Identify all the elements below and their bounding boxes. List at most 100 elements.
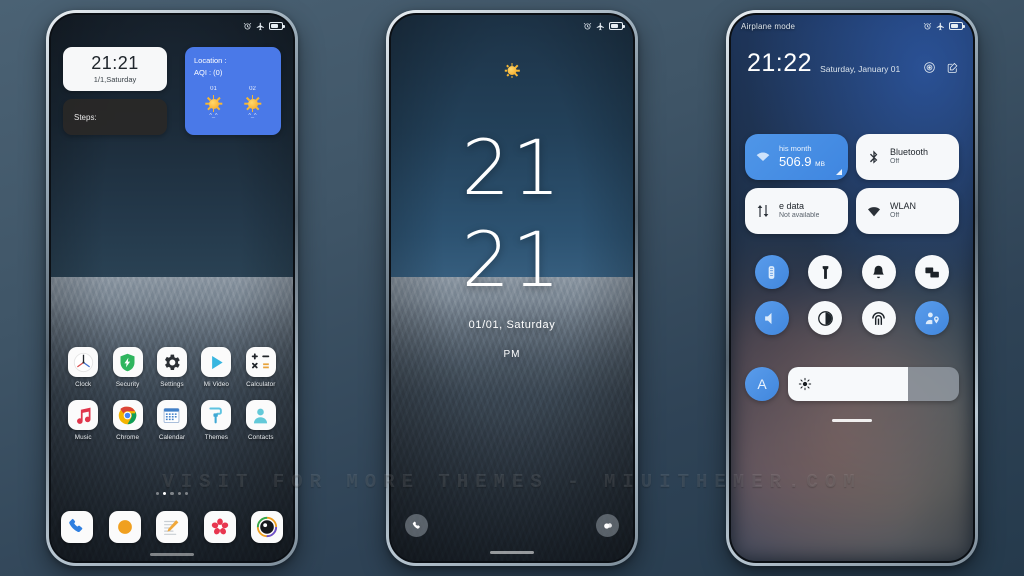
toggle-reading-mode[interactable]	[861, 301, 896, 335]
screen-control-center: Airplane mode 21:22 Saturday, January 01	[731, 15, 973, 561]
toggle-dark-mode[interactable]	[808, 301, 843, 335]
bluetooth-icon	[866, 149, 882, 165]
app-contacts[interactable]: Contacts	[239, 400, 283, 441]
app-settings[interactable]: Settings	[150, 347, 194, 388]
app-label: Contacts	[247, 434, 274, 441]
app-grid: Clock Security Settings Mi Video Calcula…	[61, 347, 283, 441]
weather-day-face: ^_^	[209, 113, 218, 120]
app-calculator[interactable]: Calculator	[239, 347, 283, 388]
control-center-handle[interactable]	[832, 419, 872, 422]
tile-subtitle: Not available	[779, 212, 820, 220]
status-bar-control-center: Airplane mode	[731, 15, 973, 37]
tile-bluetooth[interactable]: Bluetooth Off	[856, 134, 959, 180]
dock-notes[interactable]	[156, 511, 188, 543]
app-label: Security	[115, 381, 140, 388]
settings-circle-icon[interactable]	[923, 61, 936, 74]
alarm-icon	[583, 22, 592, 31]
app-label: Settings	[160, 381, 184, 388]
airplane-mode-label: Airplane mode	[741, 21, 796, 31]
lockscreen-ampm: PM	[503, 348, 521, 360]
alarm-icon	[923, 22, 932, 31]
app-chrome[interactable]: Chrome	[105, 400, 149, 441]
dock-gallery[interactable]	[203, 511, 236, 543]
brightness-slider[interactable]	[788, 367, 959, 401]
sun-icon	[205, 95, 222, 113]
control-center-toggles	[745, 255, 959, 335]
steps-widget-label: Steps:	[74, 112, 97, 122]
airplane-icon	[256, 22, 265, 31]
phone-bezel-right: Airplane mode 21:22 Saturday, January 01	[729, 13, 975, 563]
tile-unit: MB	[815, 160, 825, 168]
chrome-icon	[112, 400, 143, 430]
data-usage-icon	[755, 149, 771, 165]
tile-subtitle: Off	[890, 212, 900, 220]
lockscreen-camera-shortcut[interactable]	[596, 514, 619, 537]
mobile-data-icon	[755, 203, 771, 219]
app-mi-video[interactable]: Mi Video	[194, 347, 238, 388]
toggle-sound[interactable]	[754, 301, 789, 335]
dock-camera[interactable]	[251, 511, 283, 543]
app-security[interactable]: Security	[105, 347, 149, 388]
battery-icon	[269, 22, 285, 30]
tile-data-usage[interactable]: his month 506.9 MB	[745, 134, 848, 180]
app-label: Clock	[75, 381, 92, 388]
toggle-screenshot[interactable]	[915, 255, 950, 289]
battery-icon	[949, 22, 965, 30]
page-indicator[interactable]	[51, 492, 293, 496]
phone-home-screen: 21:21 1/1,Saturday Steps: Location : AQI…	[46, 10, 298, 566]
control-center-date: Saturday, January 01	[820, 64, 901, 74]
tile-title: his month	[779, 144, 812, 154]
app-themes[interactable]: Themes	[194, 400, 238, 441]
wifi-icon	[866, 203, 882, 219]
tile-wlan[interactable]: WLAN Off	[856, 188, 959, 234]
app-calendar[interactable]: Calendar	[150, 400, 194, 441]
clock-icon	[68, 347, 99, 377]
app-clock[interactable]: Clock	[61, 347, 105, 388]
phone-lock-screen: 21 21 01/01, Saturday PM	[386, 10, 638, 566]
control-center: 21:22 Saturday, January 01 his month 506…	[731, 15, 973, 561]
phone-bezel-left: 21:21 1/1,Saturday Steps: Location : AQI…	[49, 13, 295, 563]
lockscreen-weather-icon[interactable]	[504, 63, 520, 78]
control-center-tiles: his month 506.9 MB Bluetooth Off e data …	[745, 134, 959, 234]
tile-title: WLAN	[890, 201, 917, 211]
dock-browser[interactable]	[108, 511, 141, 543]
tile-title: e data	[779, 201, 805, 211]
home-indicator	[490, 551, 534, 554]
tile-corner-indicator	[836, 169, 842, 175]
weather-aqi: AQI : (0)	[194, 67, 223, 77]
lockscreen-phone-shortcut[interactable]	[405, 514, 428, 537]
music-note-icon	[68, 400, 99, 430]
home-indicator	[150, 553, 194, 556]
control-center-header: 21:22 Saturday, January 01	[747, 51, 959, 76]
steps-widget[interactable]: Steps:	[63, 99, 167, 135]
phone-bezel-mid: 21 21 01/01, Saturday PM	[389, 13, 635, 563]
toggle-airplane-mode[interactable]	[754, 255, 789, 289]
toggle-location[interactable]	[915, 301, 950, 335]
tile-subtitle: Off	[890, 158, 900, 166]
sun-icon	[244, 95, 261, 113]
auto-brightness-button[interactable]: A	[745, 367, 779, 401]
page-dot	[155, 492, 159, 496]
screen-lock: 21 21 01/01, Saturday PM	[391, 15, 633, 561]
play-icon	[201, 347, 232, 377]
weather-location: Location :	[194, 56, 227, 65]
clock-widget[interactable]: 21:21 1/1,Saturday	[63, 47, 167, 91]
lockscreen-clock: 21 21 01/01, Saturday PM	[391, 130, 633, 360]
calendar-icon	[156, 400, 187, 430]
tile-mobile-data[interactable]: e data Not available	[745, 188, 848, 234]
edit-icon[interactable]	[946, 61, 959, 74]
weather-widget[interactable]: Location : AQI : (0) 01 ^_^ 02 ^_^	[185, 47, 281, 135]
app-label: Calendar	[158, 434, 186, 441]
tile-title: Bluetooth	[890, 147, 929, 157]
dock	[61, 511, 283, 543]
toggle-flashlight[interactable]	[808, 255, 843, 289]
app-label: Themes	[204, 434, 229, 441]
weather-day-face: ^_^	[248, 113, 257, 120]
dock-phone[interactable]	[61, 511, 93, 543]
app-music[interactable]: Music	[61, 400, 105, 441]
screen-home: 21:21 1/1,Saturday Steps: Location : AQI…	[51, 15, 293, 561]
app-label: Calculator	[246, 381, 276, 388]
airplane-icon	[936, 22, 945, 31]
shield-icon	[112, 347, 143, 377]
toggle-ringtone[interactable]	[861, 255, 896, 289]
